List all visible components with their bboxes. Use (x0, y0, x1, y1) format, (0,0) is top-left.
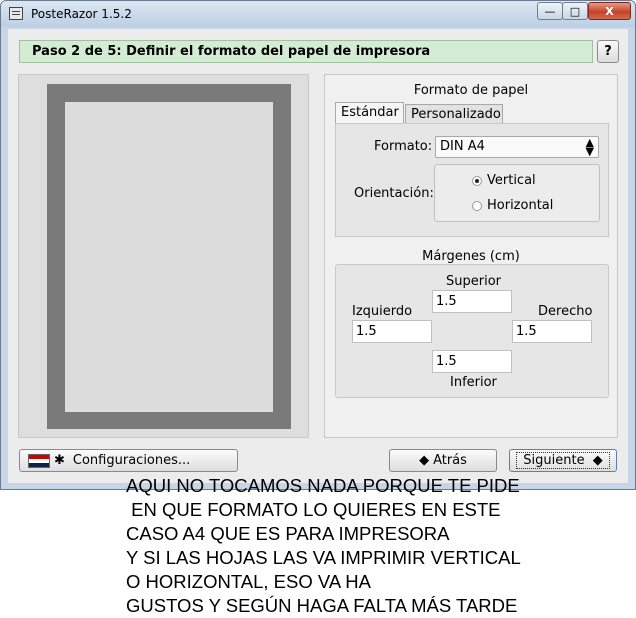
window-title: PosteRazor 1.5.2 (31, 7, 132, 21)
maximize-icon: □ (569, 4, 581, 18)
annotation-line: CASO A4 QUE ES PARA IMPRESORA (126, 523, 450, 544)
next-button-label: Siguiente (523, 453, 585, 468)
language-flag-icon (28, 453, 50, 468)
annotation-line: GUSTOS Y SEGÚN HAGA FALTA MÁS TARDE (126, 595, 518, 616)
close-icon: X (605, 4, 614, 18)
step-header: Paso 2 de 5: Definir el formato del pape… (19, 40, 593, 63)
annotation-line: EN QUE FORMATO LO QUIERES EN ESTE (126, 499, 501, 520)
minimize-button[interactable]: — (537, 2, 563, 20)
margins-pane: Superior Izquierdo Derecho Inferior (335, 264, 609, 398)
format-select[interactable]: DIN A4 ▲ ▼ (435, 136, 599, 158)
standard-tab-pane: Formato: DIN A4 ▲ ▼ Orientación: Vertical… (335, 123, 609, 237)
maximize-button[interactable]: □ (562, 2, 588, 20)
app-window: PosteRazor 1.5.2 — □ X Paso 2 de 5: Defi… (0, 0, 636, 490)
back-button-label: Atrás (433, 453, 467, 468)
orientation-label: Orientación: (354, 186, 434, 201)
minimize-icon: — (544, 4, 556, 18)
margin-bottom-input[interactable] (432, 350, 512, 373)
paper-border-preview (47, 84, 291, 429)
close-button[interactable]: X (588, 2, 631, 20)
next-button[interactable]: Siguiente ◆ (509, 449, 617, 472)
help-button[interactable]: ? (597, 40, 619, 63)
back-button[interactable]: ◆ Atrás (389, 449, 497, 472)
radio-horizontal-label[interactable]: Horizontal (487, 198, 553, 213)
title-bar[interactable]: PosteRazor 1.5.2 — □ X (1, 1, 635, 27)
margin-right-label: Derecho (538, 304, 593, 319)
arrow-right-icon: ◆ (592, 453, 603, 468)
printable-area-preview (65, 102, 273, 412)
format-label: Formato: (374, 139, 433, 154)
margin-left-input[interactable] (352, 320, 432, 343)
settings-button-label: Configuraciones... (72, 453, 191, 468)
radio-horizontal[interactable] (472, 201, 482, 211)
wizard-client-area: Paso 2 de 5: Definir el formato del pape… (8, 29, 628, 483)
format-select-value: DIN A4 (440, 139, 485, 154)
next-button-focus: Siguiente ◆ (516, 452, 610, 469)
tab-custom[interactable]: Personalizado (405, 104, 503, 124)
step-title: Paso 2 de 5: Definir el formato del pape… (32, 44, 431, 59)
arrow-left-icon: ◆ (419, 453, 430, 468)
margin-left-label: Izquierdo (352, 304, 413, 319)
radio-vertical-label[interactable]: Vertical (487, 173, 536, 188)
paper-format-group-title: Formato de papel (413, 83, 529, 98)
annotation-line: Y SI LAS HOJAS LAS VA IMPRIMIR VERTICAL (126, 547, 521, 568)
margin-bottom-label: Inferior (450, 375, 497, 390)
margin-top-input[interactable] (432, 290, 512, 313)
paper-preview (18, 74, 309, 438)
settings-panel: Formato de papel Estándar Personalizado … (324, 74, 618, 438)
margin-right-input[interactable] (512, 320, 592, 343)
margins-group-title: Márgenes (cm) (422, 249, 520, 264)
settings-button[interactable]: ✱ Configuraciones... (19, 449, 238, 472)
app-icon (9, 7, 23, 20)
radio-vertical[interactable] (472, 176, 482, 186)
tab-standard[interactable]: Estándar (335, 102, 404, 124)
annotation-line: AQUI NO TOCAMOS NADA PORQUE TE PIDE (126, 475, 520, 496)
annotation-line: O HORIZONTAL, ESO VA HA (126, 571, 371, 592)
orientation-group: Vertical Horizontal (434, 164, 600, 222)
select-arrows-icon: ▲ ▼ (585, 136, 594, 158)
margin-top-label: Superior (446, 274, 501, 289)
tools-icon: ✱ (54, 453, 65, 468)
annotation-text: AQUI NO TOCAMOS NADA PORQUE TE PIDE EN Q… (126, 474, 626, 618)
